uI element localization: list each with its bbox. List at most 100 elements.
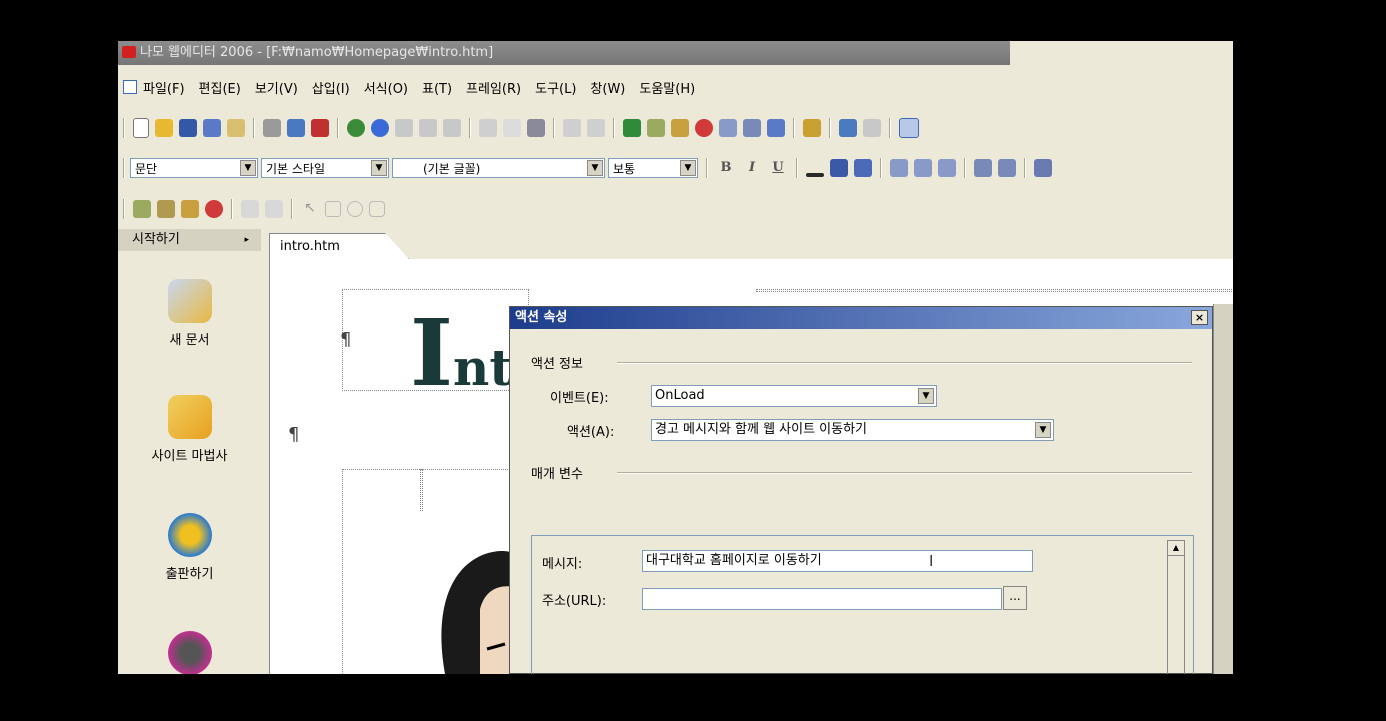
numbered-list-icon[interactable] xyxy=(974,159,992,177)
link-icon[interactable] xyxy=(395,119,413,137)
italic-button[interactable]: I xyxy=(743,159,761,177)
text-cursor-icon: I xyxy=(929,552,934,570)
chevron-down-icon[interactable]: ▼ xyxy=(1035,422,1051,438)
pencil-icon[interactable] xyxy=(839,119,857,137)
table-icon[interactable] xyxy=(719,119,737,137)
url-label: 주소(URL): xyxy=(542,594,607,609)
chevron-down-icon[interactable]: ▼ xyxy=(371,160,387,176)
cut-icon[interactable] xyxy=(479,119,497,137)
preview-icon[interactable] xyxy=(287,119,305,137)
font-color-icon[interactable] xyxy=(806,173,824,177)
save-all-icon[interactable] xyxy=(203,119,221,137)
align-right-icon[interactable] xyxy=(938,159,956,177)
font-select[interactable]: (기본 글꼴) ▼ xyxy=(392,158,605,178)
url-input[interactable] xyxy=(642,588,1002,610)
align-left-icon[interactable] xyxy=(890,159,908,177)
menu-tools[interactable]: 도구(L) xyxy=(535,78,576,97)
image-edit-icon[interactable] xyxy=(181,200,199,218)
hotspot-edit-icon[interactable] xyxy=(265,200,283,218)
menu-help[interactable]: 도움말(H) xyxy=(639,78,695,97)
menu-window[interactable]: 창(W) xyxy=(590,78,625,97)
image-icon[interactable] xyxy=(647,119,665,137)
multimedia-button[interactable] xyxy=(118,631,261,674)
paste-icon[interactable] xyxy=(527,119,545,137)
params-scrollbar[interactable]: ▲ xyxy=(1167,540,1185,674)
menu-edit[interactable]: 편집(E) xyxy=(199,78,241,97)
align-center-icon[interactable] xyxy=(914,159,932,177)
site-wizard-button[interactable]: 사이트 마법사 xyxy=(118,395,261,464)
hotspot-icon[interactable] xyxy=(241,200,259,218)
media-icon[interactable] xyxy=(205,200,223,218)
globe-icon[interactable] xyxy=(371,119,389,137)
scrollbar-track[interactable] xyxy=(1167,556,1185,674)
spellcheck-icon[interactable] xyxy=(311,119,329,137)
redo-icon[interactable] xyxy=(587,119,605,137)
save-icon[interactable] xyxy=(179,119,197,137)
expand-arrow-icon[interactable]: ▸ xyxy=(244,229,249,251)
menu-file[interactable]: 파일(F) xyxy=(143,78,185,97)
left-panel: 시작하기 ▸ 새 문서 사이트 마법사 출판하기 xyxy=(118,229,261,674)
toolbar-separator xyxy=(796,158,798,178)
insert-image-icon[interactable] xyxy=(133,200,151,218)
event-select[interactable]: OnLoad ▼ xyxy=(651,385,937,407)
menu-format[interactable]: 서식(O) xyxy=(364,78,408,97)
eraser-icon[interactable] xyxy=(863,119,881,137)
publish-button[interactable]: 출판하기 xyxy=(118,513,261,582)
search-icon[interactable] xyxy=(803,119,821,137)
toolbar-separator xyxy=(613,118,615,138)
scroll-up-icon[interactable]: ▲ xyxy=(1167,540,1185,556)
font-size-select[interactable]: 보통 ▼ xyxy=(608,158,698,178)
chevron-down-icon[interactable]: ▼ xyxy=(680,160,696,176)
menu-insert[interactable]: 삽입(I) xyxy=(312,78,350,97)
print-icon[interactable] xyxy=(263,119,281,137)
chevron-down-icon[interactable]: ▼ xyxy=(587,160,603,176)
message-input[interactable]: 대구대학교 홈페이지로 이동하기 I xyxy=(642,550,1033,572)
menu-frame[interactable]: 프레임(R) xyxy=(466,78,521,97)
toolbar-separator xyxy=(793,118,795,138)
tab-intro[interactable]: intro.htm xyxy=(269,233,409,259)
close-icon[interactable]: × xyxy=(1191,310,1208,325)
paragraph-style-value: 문단 xyxy=(135,161,158,176)
edit-image-icon[interactable] xyxy=(671,119,689,137)
highlight-color-icon[interactable] xyxy=(830,159,848,177)
toolbar-separator xyxy=(469,118,471,138)
pointer-icon[interactable]: ↖ xyxy=(301,200,319,218)
new-document-label: 새 문서 xyxy=(169,333,210,348)
new-document-button[interactable]: 새 문서 xyxy=(118,279,261,348)
paragraph-style-select[interactable]: 문단 ▼ xyxy=(130,158,258,178)
undo-icon[interactable] xyxy=(563,119,581,137)
class-style-select[interactable]: 기본 스타일 ▼ xyxy=(261,158,389,178)
open-folder-icon[interactable] xyxy=(155,119,173,137)
refresh-icon[interactable] xyxy=(443,119,461,137)
layer-icon[interactable] xyxy=(767,119,785,137)
unlink-icon[interactable] xyxy=(419,119,437,137)
standard-toolbar xyxy=(118,113,1233,143)
menu-table[interactable]: 표(T) xyxy=(422,78,452,97)
menu-view[interactable]: 보기(V) xyxy=(255,78,298,97)
multimedia-icon[interactable] xyxy=(695,119,713,137)
layout-icon[interactable] xyxy=(899,118,919,138)
document-icon[interactable] xyxy=(123,80,137,94)
copy-icon[interactable] xyxy=(503,119,521,137)
title-bar: 나모 웹에디터 2006 - [F:₩namo₩Homepage₩intro.h… xyxy=(118,41,1010,65)
start-panel-header[interactable]: 시작하기 ▸ xyxy=(118,229,261,251)
tree-icon[interactable] xyxy=(623,119,641,137)
indent-icon[interactable] xyxy=(1034,159,1052,177)
format-brush-icon[interactable] xyxy=(854,159,872,177)
rectangle-icon[interactable] xyxy=(325,201,341,217)
bold-button[interactable]: B xyxy=(717,159,735,177)
chevron-down-icon[interactable]: ▼ xyxy=(918,388,934,404)
underline-button[interactable]: U xyxy=(769,159,787,177)
web-icon[interactable] xyxy=(347,119,365,137)
toolbar-grip xyxy=(123,118,125,138)
polygon-icon[interactable] xyxy=(369,201,385,217)
image-map-icon[interactable] xyxy=(157,200,175,218)
close-file-icon[interactable] xyxy=(227,119,245,137)
action-select[interactable]: 경고 메시지와 함께 웹 사이트 이동하기 ▼ xyxy=(651,419,1054,441)
form-icon[interactable] xyxy=(743,119,761,137)
chevron-down-icon[interactable]: ▼ xyxy=(240,160,256,176)
circle-icon[interactable] xyxy=(347,201,363,217)
bullet-list-icon[interactable] xyxy=(998,159,1016,177)
new-file-icon[interactable] xyxy=(133,118,149,138)
browse-button[interactable]: ... xyxy=(1003,586,1027,610)
